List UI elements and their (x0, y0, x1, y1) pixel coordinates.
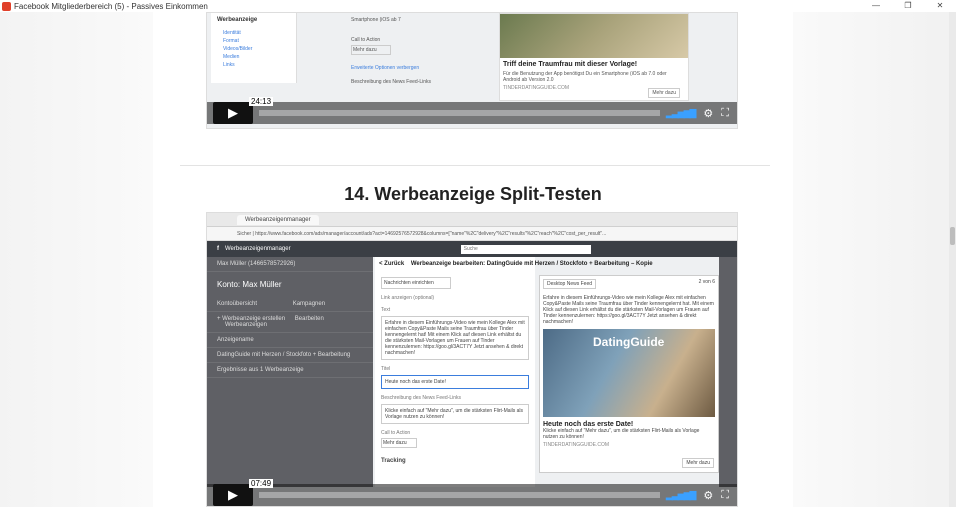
browser-address: Sicher | https://www.facebook.com/ads/ma… (207, 227, 737, 241)
ad-settings-sidebar: Werbeanzeige Identität Format Videos/Bil… (211, 13, 297, 83)
sidebar-item: Format (223, 38, 239, 44)
ad-more-button: Mehr dazu (648, 88, 680, 98)
scrollbar-thumb[interactable] (950, 227, 955, 245)
fullscreen-icon[interactable]: ⛶ (721, 107, 729, 120)
preview-description: Klicke einfach auf "Mehr dazu", um die s… (543, 428, 700, 440)
cta-select: Mehr dazu (381, 438, 417, 448)
fullscreen-icon[interactable]: ⛶ (721, 489, 729, 502)
volume-icon[interactable]: ▂▃▅▆▇ (666, 108, 697, 119)
sidebar-title: Werbeanzeige (217, 17, 258, 23)
video-time: 07:49 (249, 479, 274, 488)
photo-overlay-text: DatingGuide (593, 335, 665, 349)
preview-more-button: Mehr dazu (682, 458, 714, 468)
settings-gear-icon[interactable]: ⚙ (703, 107, 713, 120)
fb-search: Suche (460, 244, 591, 254)
play-button[interactable]: ▶ (213, 102, 253, 124)
section-divider (180, 165, 770, 166)
cta-label: Call to Action (381, 430, 411, 436)
preview-placement: Desktop News Feed (543, 279, 597, 289)
account-title: Konto: Max Müller (217, 280, 282, 289)
video-controls-2: ▶ 07:49 ▂▃▅▆▇ ⚙ ⛶ (207, 479, 737, 506)
play-icon: ▶ (228, 105, 238, 120)
campaign-panel: Max Müller (1466578572926) Konto: Max Mü… (207, 257, 373, 487)
editor-title: < Zurück Werbeanzeige bearbeiten: Dating… (379, 261, 653, 267)
fb-app-name: Werbeanzeigenmanager (225, 246, 291, 252)
account-user: Max Müller (1466578572926) (207, 257, 373, 272)
text-box: Erfahre in diesem Einführungs-Video wie … (381, 316, 529, 360)
browser-tab: Werbeanzeigenmanager (237, 214, 319, 225)
table-row: DatingGuide mit Herzen / Stockfoto + Bea… (207, 348, 373, 363)
ad-editor: < Zurück Werbeanzeige bearbeiten: Dating… (375, 257, 653, 487)
minimize-button[interactable]: — (860, 0, 892, 12)
close-button[interactable]: ✕ (924, 0, 956, 12)
ad-caption: Triff deine Traumfrau mit dieser Vorlage… (503, 61, 638, 68)
fb-logo-icon: f (217, 246, 219, 252)
link-label: Link anzeigen (optional) (381, 295, 435, 301)
scrollbar-track[interactable] (949, 12, 956, 507)
sidebar-item: Videos/Bilder (223, 46, 253, 52)
action-row: + Werbeanzeige erstellen Bearbeiten Werb… (207, 312, 373, 333)
cta-select: Mehr dazu (351, 45, 391, 55)
sidebar-item: Identität (223, 30, 241, 36)
sidebar-item: Medien (223, 54, 240, 60)
preview-photo: DatingGuide (543, 329, 715, 417)
window-titlebar: Facebook Mitgliederbereich (5) - Passive… (0, 0, 956, 12)
description-label: Beschreibung des News Feed-Links (351, 79, 432, 85)
ad-form-middle: Smartphone (iOS ab 7 Call to Action Mehr… (347, 13, 497, 103)
preview-domain: TINDERDATINGGUIDE.COM (543, 442, 610, 448)
sidebar-item: Links (223, 62, 235, 68)
fb-topbar: f Werbeanzeigenmanager Suche (207, 241, 737, 257)
play-button[interactable]: ▶ (213, 484, 253, 506)
window-title: Facebook Mitgliederbereich (5) - Passive… (14, 1, 208, 11)
browser-tabbar: Werbeanzeigenmanager (207, 213, 737, 227)
description-label: Beschreibung des News Feed-Links (381, 395, 462, 401)
text-label: Text (381, 307, 391, 313)
settings-gear-icon[interactable]: ⚙ (703, 489, 713, 502)
video-player-1[interactable]: Werbeanzeige Identität Format Videos/Bil… (206, 12, 738, 129)
preview-text: Erfahre in diesem Einführungs-Video wie … (543, 295, 714, 325)
preview-caption: Heute noch das erste Date! (543, 421, 634, 428)
video-player-2[interactable]: Werbeanzeigenmanager Sicher | https://ww… (206, 212, 738, 507)
page-background-left (0, 12, 153, 507)
ad-preview-card: Triff deine Traumfrau mit dieser Vorlage… (499, 13, 689, 101)
ad-preview: Desktop News Feed 2 von 6 Erfahre in die… (539, 275, 719, 473)
title-box: Heute noch das erste Date! (381, 375, 529, 389)
page-background-right (793, 12, 956, 507)
app-logo-icon (2, 1, 11, 11)
video-controls-1: ▶ 24:13 ▂▃▅▆▇ ⚙ ⛶ (207, 97, 737, 124)
results-row: Ergebnisse aus 1 Werbeanzeige (207, 363, 373, 378)
cta-label: Call to Action (351, 37, 381, 43)
video-time: 24:13 (249, 97, 274, 106)
smartphone-note: Smartphone (iOS ab 7 (351, 17, 401, 23)
progress-bar[interactable]: 07:49 (249, 479, 660, 498)
message-button: Nachrichten einrichten (381, 277, 451, 289)
description-box: Klicke einfach auf "Mehr dazu", um die s… (381, 404, 529, 424)
column-header: Anzeigename (207, 333, 373, 348)
progress-bar[interactable]: 24:13 (249, 97, 660, 116)
volume-icon[interactable]: ▂▃▅▆▇ (666, 490, 697, 501)
play-icon: ▶ (228, 487, 238, 502)
maximize-button[interactable]: ❐ (892, 0, 924, 12)
advanced-options-link: Erweiterte Optionen verbergen (351, 65, 420, 71)
right-panel (719, 257, 737, 487)
title-label: Titel (381, 366, 391, 372)
ad-preview-photo (500, 14, 688, 58)
tracking-heading: Tracking (381, 458, 406, 464)
ad-description: Für die Benutzung der App benötigst Du e… (503, 71, 667, 83)
section-heading: 14. Werbeanzeige Split-Testen (344, 184, 602, 204)
preview-pager: 2 von 6 (698, 279, 715, 285)
overview-tabs: Kontoübersicht Kampagnen (207, 297, 373, 312)
